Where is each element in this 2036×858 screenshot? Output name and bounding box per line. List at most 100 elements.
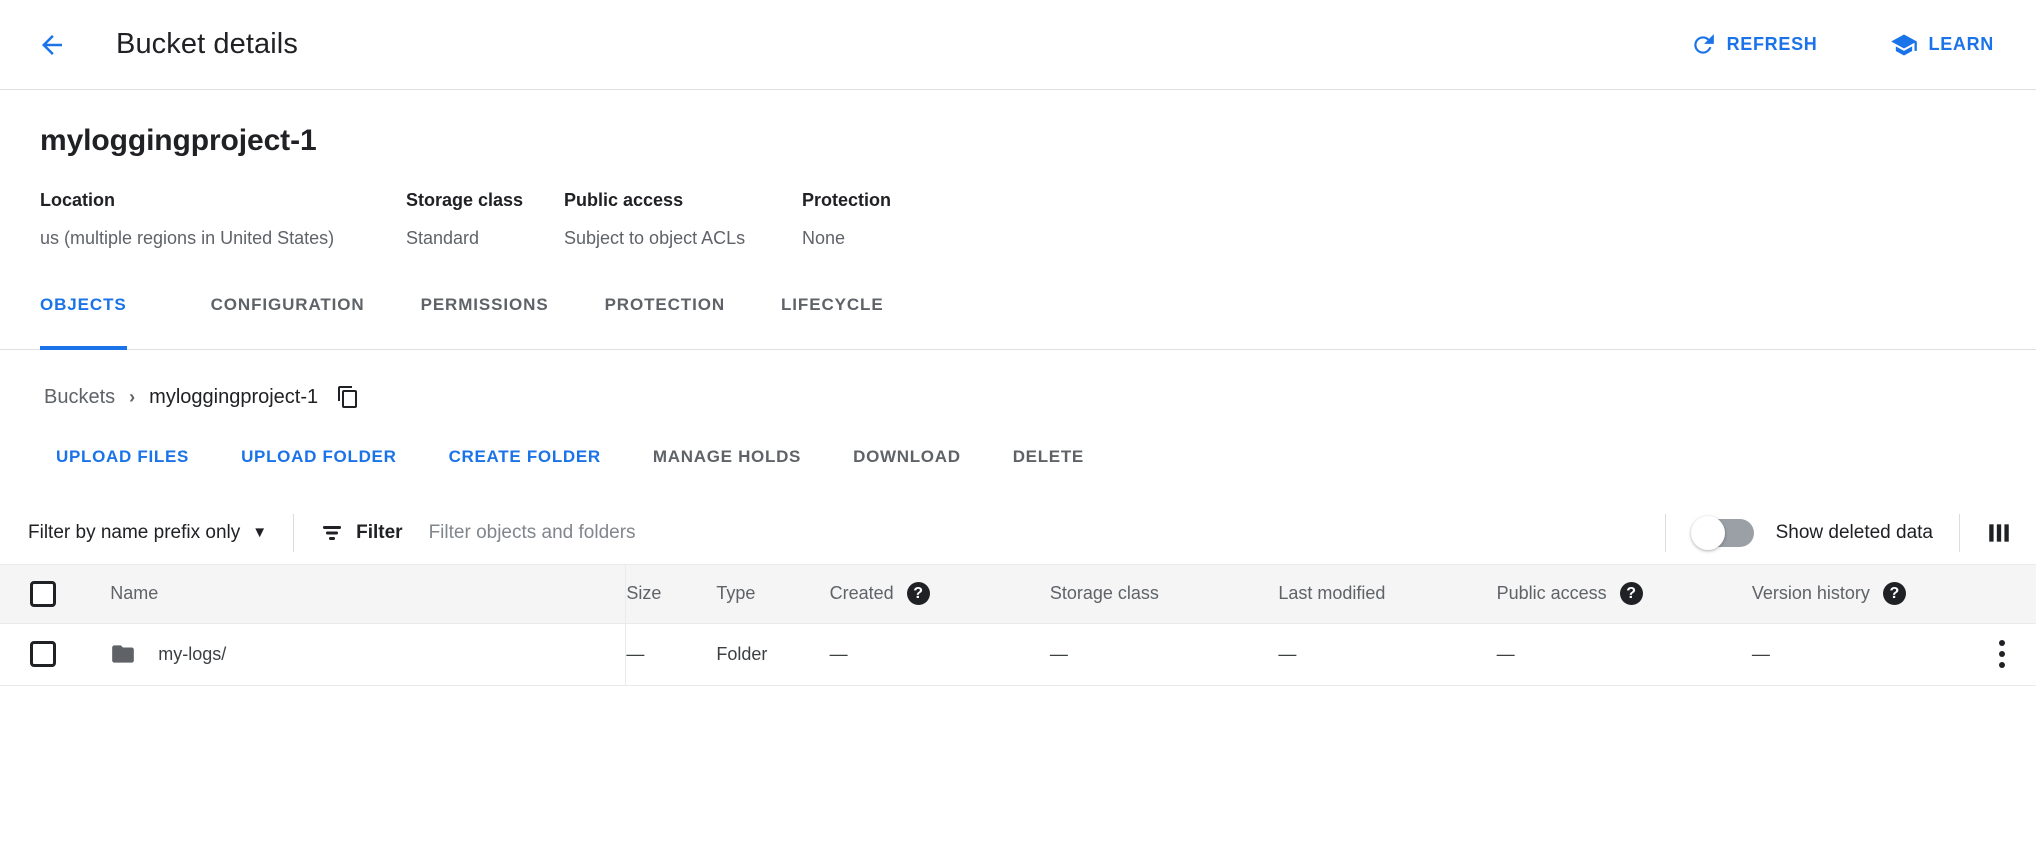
row-name-cell: my-logs/ [80, 623, 626, 685]
filter-input[interactable] [429, 522, 989, 544]
row-menu-cell [1968, 623, 2036, 685]
metadata-value: Standard [406, 228, 564, 249]
delete-button: DELETE [997, 435, 1100, 479]
upload-files-label: UPLOAD FILES [56, 447, 189, 466]
filter-mode-label: Filter by name prefix only [28, 522, 240, 544]
tab-lifecycle[interactable]: LIFECYCLE [753, 295, 912, 350]
help-icon[interactable]: ? [1620, 582, 1643, 605]
metadata-value: Subject to object ACLs [564, 228, 802, 249]
download-button: DOWNLOAD [837, 435, 977, 479]
help-icon[interactable]: ? [1883, 582, 1906, 605]
metadata-label: Protection [802, 190, 1002, 211]
upload-folder-button[interactable]: UPLOAD FOLDER [225, 435, 412, 479]
row-storage-class-cell: — [1050, 623, 1279, 685]
row-overflow-menu-icon[interactable] [1968, 640, 2036, 668]
refresh-button[interactable]: REFRESH [1676, 22, 1832, 68]
tab-label: OBJECTS [40, 295, 127, 315]
tab-permissions[interactable]: PERMISSIONS [393, 295, 577, 350]
toggle-knob [1691, 516, 1725, 550]
metadata-storage-class: Storage class Standard [406, 190, 564, 249]
breadcrumb: Buckets › myloggingproject-1 [0, 350, 2036, 409]
row-public-access-cell: — [1497, 623, 1752, 685]
metadata-value: us (multiple regions in United States) [40, 228, 406, 249]
breadcrumb-current: myloggingproject-1 [149, 386, 318, 409]
tab-label: LIFECYCLE [781, 295, 884, 315]
header-select-all [0, 565, 80, 623]
help-icon[interactable]: ? [907, 582, 930, 605]
upload-folder-label: UPLOAD FOLDER [241, 447, 396, 466]
filter-mode-dropdown[interactable]: Filter by name prefix only ▼ [28, 522, 267, 544]
objects-table: Name Size Type Created ? Storage class L… [0, 565, 2036, 686]
page-title: Bucket details [116, 28, 298, 61]
divider [293, 514, 294, 552]
arrow-back-icon [37, 30, 67, 60]
row-select-cell [0, 623, 80, 685]
row-created-cell: — [830, 623, 1050, 685]
header-label: Version history [1752, 583, 1870, 604]
learn-cap-icon [1890, 31, 1918, 59]
tab-label: PROTECTION [605, 295, 725, 315]
divider [1959, 514, 1960, 552]
tab-label: CONFIGURATION [211, 295, 365, 315]
header-version-history[interactable]: Version history ? [1752, 565, 1968, 623]
bucket-summary: myloggingproject-1 Location us (multiple… [0, 90, 2036, 249]
filter-funnel-icon [320, 521, 344, 545]
folder-icon [110, 641, 136, 667]
header-size[interactable]: Size [626, 565, 717, 623]
upload-files-button[interactable]: UPLOAD FILES [40, 435, 205, 479]
back-button[interactable] [26, 19, 78, 71]
download-label: DOWNLOAD [853, 447, 961, 466]
tab-objects[interactable]: OBJECTS [40, 295, 155, 350]
select-all-checkbox[interactable] [30, 581, 56, 607]
header-row-menu-spacer [1968, 565, 2036, 623]
header-type[interactable]: Type [716, 565, 829, 623]
header-label: Storage class [1050, 583, 1159, 604]
filter-bar: Filter by name prefix only ▼ Filter Show… [0, 501, 2036, 565]
refresh-icon [1690, 32, 1716, 58]
tab-protection[interactable]: PROTECTION [577, 295, 753, 350]
row-version-history-cell: — [1752, 623, 1968, 685]
column-settings-icon[interactable] [1986, 520, 2012, 546]
top-app-bar: Bucket details REFRESH LEARN [0, 0, 2036, 90]
bucket-metadata: Location us (multiple regions in United … [40, 190, 1996, 249]
learn-label: LEARN [1929, 34, 1995, 55]
metadata-label: Public access [564, 190, 802, 211]
breadcrumb-root[interactable]: Buckets [44, 386, 115, 409]
row-size-cell: — [626, 623, 717, 685]
tab-label: PERMISSIONS [421, 295, 549, 315]
table-body: my-logs/ — Folder — — — — — [0, 623, 2036, 685]
header-label: Public access [1497, 583, 1607, 604]
header-last-modified[interactable]: Last modified [1278, 565, 1496, 623]
header-storage-class[interactable]: Storage class [1050, 565, 1279, 623]
copy-icon[interactable] [336, 385, 360, 409]
create-folder-button[interactable]: CREATE FOLDER [433, 435, 617, 479]
header-created[interactable]: Created ? [830, 565, 1050, 623]
row-type-cell: Folder [716, 623, 829, 685]
header-name[interactable]: Name [80, 565, 626, 623]
metadata-label: Location [40, 190, 406, 211]
refresh-label: REFRESH [1727, 34, 1818, 55]
table-row[interactable]: my-logs/ — Folder — — — — — [0, 623, 2036, 685]
show-deleted-data-label: Show deleted data [1776, 522, 1933, 544]
object-name[interactable]: my-logs/ [158, 644, 226, 665]
breadcrumb-separator-icon: › [129, 387, 135, 408]
manage-holds-label: MANAGE HOLDS [653, 447, 801, 466]
metadata-location: Location us (multiple regions in United … [40, 190, 406, 249]
metadata-value: None [802, 228, 1002, 249]
chevron-down-icon: ▼ [252, 524, 267, 541]
header-label: Created [830, 583, 894, 604]
header-public-access[interactable]: Public access ? [1497, 565, 1752, 623]
row-checkbox[interactable] [30, 641, 56, 667]
object-action-bar: UPLOAD FILES UPLOAD FOLDER CREATE FOLDER… [0, 409, 2036, 479]
tab-configuration[interactable]: CONFIGURATION [183, 295, 393, 350]
bucket-tabs: OBJECTS CONFIGURATION PERMISSIONS PROTEC… [0, 295, 2036, 350]
table-header-row: Name Size Type Created ? Storage class L… [0, 565, 2036, 623]
header-label: Last modified [1278, 583, 1385, 604]
header-label: Type [716, 583, 755, 604]
show-deleted-data-toggle[interactable] [1692, 519, 1754, 547]
header-label: Name [110, 583, 158, 604]
learn-button[interactable]: LEARN [1876, 21, 2009, 69]
metadata-label: Storage class [406, 190, 564, 211]
metadata-public-access: Public access Subject to object ACLs [564, 190, 802, 249]
delete-label: DELETE [1013, 447, 1084, 466]
